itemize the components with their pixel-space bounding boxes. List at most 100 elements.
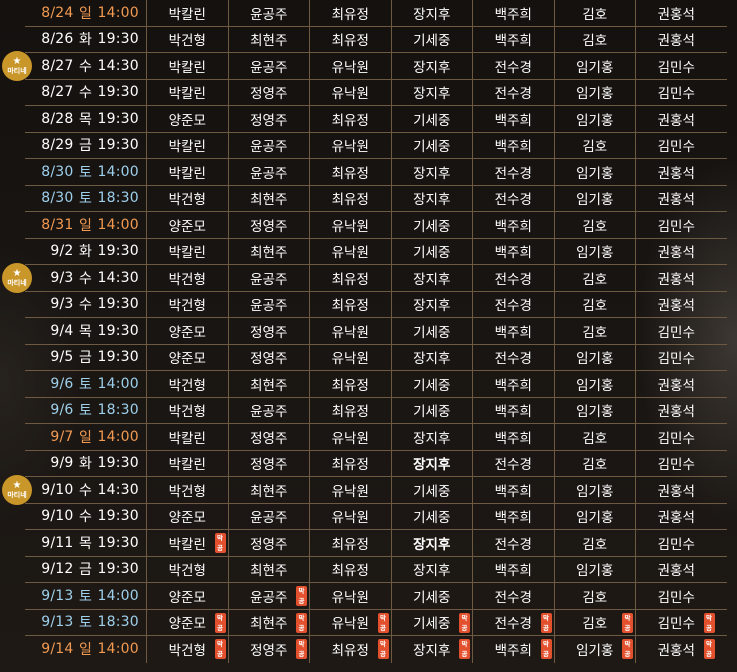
- cast-name: 정영주: [250, 430, 288, 447]
- cast-cell: 유낙원: [309, 477, 391, 503]
- performance-datetime: 9/6 토 18:30: [25, 400, 146, 420]
- cast-name: 김호: [582, 218, 608, 235]
- cast-cell: 유낙원: [309, 132, 391, 158]
- cast-name: 양준모: [168, 324, 206, 341]
- cast-name: 윤공주: [250, 6, 288, 23]
- cast-name: 장지후: [413, 563, 451, 580]
- cast-cell: 기세중: [390, 238, 473, 264]
- cast-cell: 박칼린: [146, 238, 228, 264]
- cast-name: 임기홍: [576, 165, 614, 182]
- cast-cell: 전수경: [472, 530, 554, 556]
- cast-name: 윤공주: [250, 589, 288, 606]
- cast-cell: 권홍석: [635, 397, 717, 423]
- last-show-badge: 막공: [214, 533, 226, 553]
- cast-name: 유낙원: [331, 245, 369, 262]
- cast-name: 권홍석: [657, 563, 695, 580]
- cast-name: 권홍석: [657, 510, 695, 527]
- last-show-badge: 막공: [622, 639, 633, 659]
- cast-cell: 백주희: [472, 371, 554, 397]
- cast-cell: 장지후: [390, 424, 473, 450]
- cast-cell: 정영주: [227, 79, 310, 105]
- performance-time: 19:30: [97, 349, 139, 366]
- performance-weekday: 수: [78, 85, 93, 102]
- cast-cell: 백주희: [472, 503, 554, 529]
- cast-name: 양준모: [168, 616, 206, 633]
- performance-datetime: 9/14 일 14:00: [25, 639, 146, 659]
- cast-cell: 박칼린: [146, 424, 228, 450]
- cast-cell: 백주희: [472, 26, 554, 52]
- cast-cell: 임기홍: [553, 79, 636, 105]
- performance-datetime: 8/27 수 19:30: [25, 82, 146, 102]
- cast-name: 권홍석: [657, 192, 695, 209]
- performance-date: 9/13: [41, 587, 74, 604]
- cast-cell: 박건형: [146, 26, 228, 52]
- cast-name: 기세중: [413, 245, 451, 262]
- cast-cell: 양준모 막 공: [146, 609, 228, 635]
- cast-name: 박칼린: [168, 139, 206, 156]
- performance-time: 19:30: [97, 296, 139, 313]
- performance-time: 18:30: [97, 614, 139, 631]
- cast-cell: 기세중: [390, 477, 473, 503]
- cast-cell: 임기홍 막 공: [553, 636, 636, 663]
- performance-date: 8/28: [41, 110, 74, 127]
- cast-name: 기세중: [413, 33, 451, 50]
- matinee-badge: ★ 마티네: [2, 51, 32, 81]
- cast-cell: 박건형: [146, 477, 228, 503]
- cast-cell: 김민수: [635, 344, 717, 370]
- cast-name: 김민수: [657, 324, 695, 341]
- performance-date: 9/2: [50, 243, 74, 260]
- cast-cell: 정영주: [227, 106, 310, 132]
- cast-cell: 양준모: [146, 318, 228, 344]
- performance-weekday: 금: [78, 138, 93, 155]
- cast-cell: 최유정: [309, 0, 391, 26]
- cast-name: 윤공주: [250, 271, 288, 288]
- cast-name: 최유정: [331, 298, 369, 315]
- cast-cell: 기세중: [390, 583, 473, 609]
- cast-cell: 기세중: [390, 26, 473, 52]
- cast-cell: 박건형: [146, 397, 228, 423]
- cast-name: 윤공주: [250, 59, 288, 76]
- performance-date: 9/11: [41, 534, 74, 551]
- cast-cell: 임기홍: [553, 185, 636, 211]
- performance-date: 8/31: [41, 216, 74, 233]
- cast-name: 기세중: [413, 510, 451, 527]
- cast-cell: 전수경: [472, 583, 554, 609]
- cast-cell: 유낙원: [309, 212, 391, 238]
- cast-name: 전수경: [494, 165, 532, 182]
- cast-cell: 최현주: [227, 26, 310, 52]
- cast-name: 최현주: [250, 616, 288, 633]
- performance-time: 14:00: [97, 587, 139, 604]
- cast-cell: 권홍석: [635, 238, 717, 264]
- performance-date: 9/4: [50, 322, 74, 339]
- cast-name: 백주희: [494, 33, 532, 50]
- cast-name: 백주희: [494, 430, 532, 447]
- performance-date: 9/13: [41, 614, 74, 631]
- cast-name: 임기홍: [576, 112, 614, 129]
- cast-name: 최유정: [331, 536, 369, 553]
- cast-name: 유낙원: [331, 483, 369, 500]
- cast-name: 김호: [582, 6, 608, 23]
- cast-cell: 권홍석: [635, 0, 717, 26]
- performance-time: 14:00: [97, 163, 139, 180]
- cast-cell: 김호: [553, 530, 636, 556]
- cast-name: 박칼린: [168, 245, 206, 262]
- performance-weekday: 토: [78, 164, 93, 181]
- performance-time: 18:30: [97, 190, 139, 207]
- cast-name: 박건형: [168, 33, 206, 50]
- cast-name: 백주희: [494, 510, 532, 527]
- schedule-row: 9/6 토 18:30 박건형 윤공주 최유정 기세중 백주희 임기홍 권홍석: [25, 397, 727, 424]
- cast-name: 윤공주: [250, 165, 288, 182]
- schedule-row: 8/31 일 14:00 양준모 정영주 유낙원 기세중 백주희 김호 김민수: [25, 212, 727, 239]
- performance-datetime: 9/7 일 14:00: [25, 427, 146, 447]
- cast-cell: 권홍석: [635, 106, 717, 132]
- cast-name: 김민수: [657, 86, 695, 103]
- cast-cell: 김민수: [635, 583, 717, 609]
- cast-name: 기세중: [413, 324, 451, 341]
- cast-name: 권홍석: [657, 33, 695, 50]
- cast-cell: 윤공주: [227, 291, 310, 317]
- cast-cell: 최현주: [227, 238, 310, 264]
- cast-cell: 김민수: [635, 450, 717, 476]
- cast-cell: 최유정: [309, 397, 391, 423]
- cast-name: 권홍석: [657, 483, 695, 500]
- cast-name: 기세중: [413, 218, 451, 235]
